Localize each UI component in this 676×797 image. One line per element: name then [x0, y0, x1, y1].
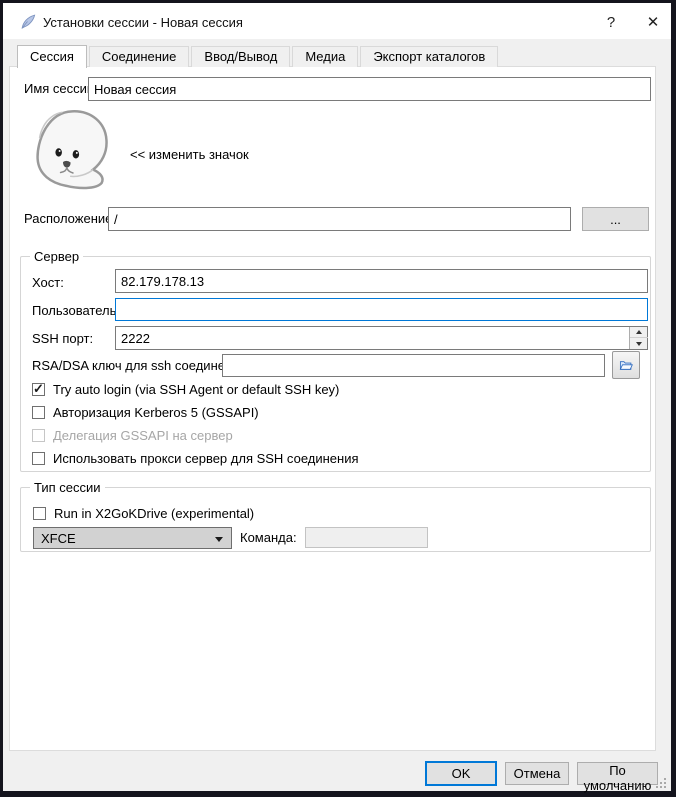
gssapi-delegation-label: Делегация GSSAPI на сервер [53, 428, 233, 443]
checkbox-unchecked-icon[interactable] [32, 406, 45, 419]
checkbox-unchecked-icon[interactable] [32, 452, 45, 465]
arrow-up-icon [636, 330, 642, 334]
checkbox-unchecked-icon[interactable] [33, 507, 46, 520]
ssh-port-label: SSH порт: [32, 331, 93, 347]
session-preferences-dialog: Установки сессии - Новая сессия ? ✕ Сесс… [0, 0, 676, 797]
defaults-button[interactable]: По умолчанию [577, 762, 658, 785]
location-input[interactable] [108, 207, 571, 231]
tab-session[interactable]: Сессия [17, 45, 87, 68]
session-name-label: Имя сессии: [24, 81, 98, 97]
spin-down-button[interactable] [630, 338, 648, 349]
window-title: Установки сессии - Новая сессия [43, 15, 243, 30]
checkbox-x2gokdrive[interactable]: Run in X2GoKDrive (experimental) [33, 506, 254, 521]
checkbox-auto-login[interactable]: Try auto login (via SSH Agent or default… [32, 382, 339, 397]
quill-icon [20, 13, 37, 30]
kerberos-label: Авторизация Kerberos 5 (GSSAPI) [53, 405, 259, 420]
browse-location-button[interactable]: ... [582, 207, 649, 231]
x2gokdrive-label: Run in X2GoKDrive (experimental) [54, 506, 254, 521]
tab-shared-folders[interactable]: Экспорт каталогов [360, 46, 498, 67]
chevron-down-icon [215, 537, 223, 542]
checkbox-checked-icon[interactable] [32, 383, 45, 396]
auto-login-label: Try auto login (via SSH Agent or default… [53, 382, 339, 397]
ssh-port-value: 2222 [121, 331, 150, 346]
session-type-select[interactable]: XFCE [33, 527, 232, 549]
tab-bar: Сессия Соединение Ввод/Вывод Медиа Экспо… [17, 45, 500, 67]
user-input[interactable] [115, 298, 648, 321]
location-label: Расположение: [24, 211, 116, 227]
ssh-key-input[interactable] [222, 354, 605, 377]
resize-grip[interactable] [653, 775, 668, 790]
tab-media[interactable]: Медиа [292, 46, 358, 67]
spin-up-button[interactable] [630, 327, 648, 338]
session-name-input[interactable] [88, 77, 651, 101]
ssh-proxy-label: Использовать прокси сервер для SSH соеди… [53, 451, 359, 466]
arrow-down-icon [636, 342, 642, 346]
checkbox-disabled-icon [32, 429, 45, 442]
browse-key-button[interactable] [612, 351, 640, 379]
change-icon-label: << изменить значок [130, 147, 249, 163]
ok-button[interactable]: OK [425, 761, 497, 786]
host-label: Хост: [32, 275, 64, 291]
host-input[interactable] [115, 269, 648, 293]
ssh-port-spinner[interactable]: 2222 [115, 326, 648, 350]
cancel-button[interactable]: Отмена [505, 762, 569, 785]
command-label: Команда: [240, 530, 297, 546]
session-type-group-title: Тип сессии [30, 480, 105, 495]
user-label: Пользователь: [32, 303, 120, 319]
command-input [305, 527, 428, 548]
checkbox-gssapi-delegation: Делегация GSSAPI на сервер [32, 428, 233, 443]
tab-connection[interactable]: Соединение [89, 46, 190, 67]
ssh-key-label: RSA/DSA ключ для ssh соединения: [32, 358, 250, 374]
ssh-port-spin-buttons [629, 327, 647, 349]
session-type-value: XFCE [41, 531, 76, 546]
checkbox-kerberos[interactable]: Авторизация Kerberos 5 (GSSAPI) [32, 405, 259, 420]
seal-icon [30, 107, 116, 194]
checkbox-ssh-proxy[interactable]: Использовать прокси сервер для SSH соеди… [32, 451, 359, 466]
tab-input-output[interactable]: Ввод/Вывод [191, 46, 290, 67]
title-bar: Установки сессии - Новая сессия ? ✕ [3, 3, 671, 39]
server-group-title: Сервер [30, 249, 83, 264]
close-button[interactable]: ✕ [637, 9, 669, 34]
folder-open-icon [619, 357, 633, 374]
help-button[interactable]: ? [595, 9, 627, 34]
session-icon-button[interactable] [30, 107, 116, 194]
